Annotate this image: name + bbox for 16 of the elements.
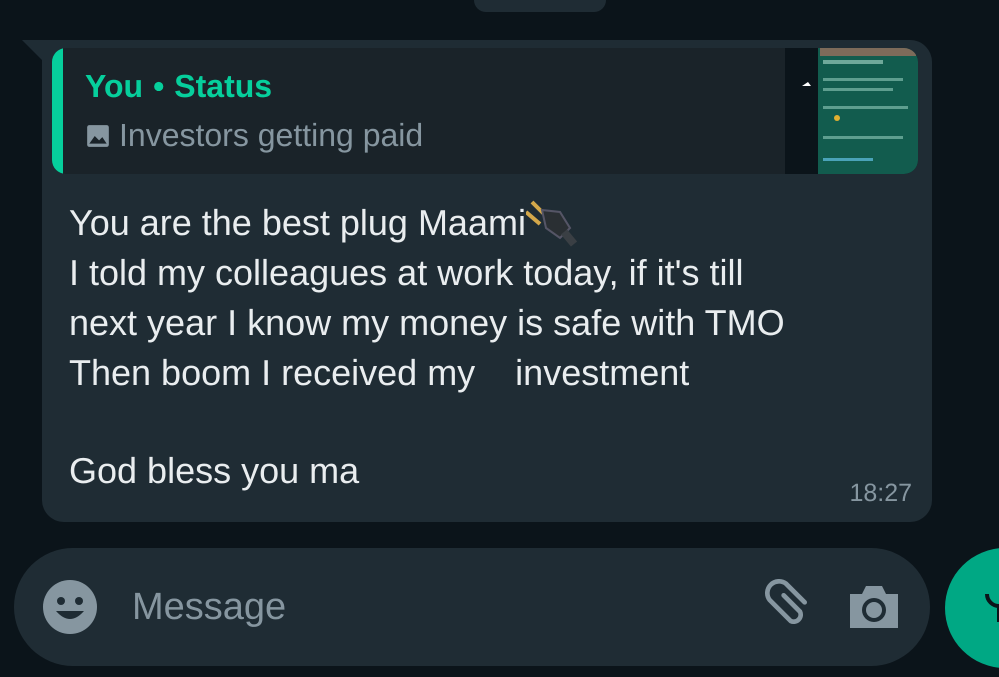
quote-caption: Investors getting paid	[119, 117, 424, 154]
message-text: God bless you ma	[69, 449, 360, 493]
message-text: next year I know my money is safe with TMO	[69, 301, 785, 345]
message-text: You are the best plug Maami	[69, 198, 580, 248]
message-text: I told my colleagues at work today, if it's till	[69, 251, 744, 295]
separator-dot: •	[153, 68, 164, 105]
quote-author: You	[85, 68, 144, 105]
message-input[interactable]: Message	[130, 584, 726, 630]
quoted-status[interactable]: You • Status Investors getting paid	[52, 48, 918, 174]
message-time: 18:27	[849, 479, 912, 508]
quote-source: Status	[174, 68, 272, 105]
message-text: Then boom I received my investment	[69, 351, 690, 395]
plug-icon	[526, 198, 580, 248]
microphone-icon	[985, 592, 999, 624]
image-icon	[85, 122, 111, 148]
emoji-icon[interactable]	[42, 579, 98, 635]
